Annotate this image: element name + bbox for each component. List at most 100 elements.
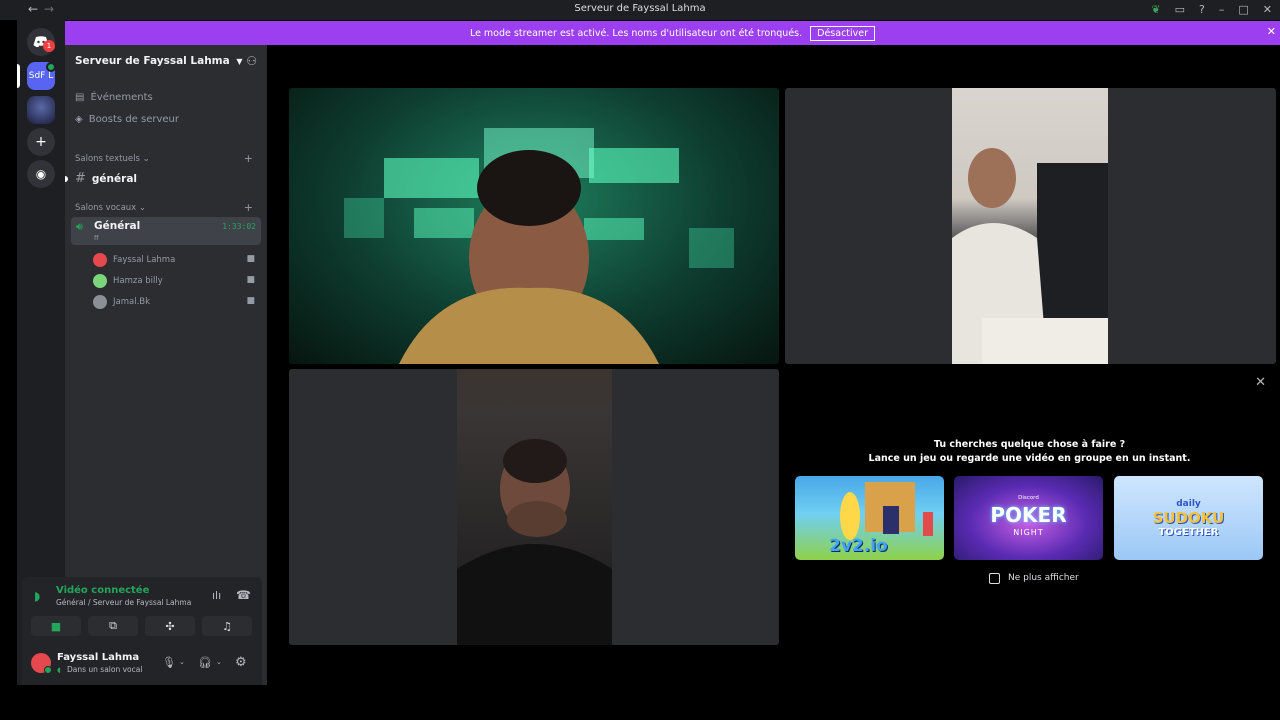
notification-badge: 1 [43, 40, 55, 52]
screen-share-button[interactable]: ⧉ [88, 616, 138, 636]
speaker-icon: 🔊︎ [76, 220, 83, 233]
banner-close-icon[interactable]: ✕ [1267, 25, 1276, 38]
member-name: Hamza billy [113, 276, 163, 286]
activities-button[interactable]: ✣ [145, 616, 195, 636]
text-channel-label: général [91, 172, 138, 185]
hashtag-icon: # [75, 171, 86, 186]
inbox-icon[interactable]: ▭ [1175, 3, 1185, 16]
game-card-sudoku[interactable]: daily SUDOKU TOGETHER [1114, 476, 1263, 560]
settings-gear-icon[interactable]: ⚙ [235, 655, 247, 670]
voice-member[interactable]: Jamal.Bk [93, 295, 150, 309]
video-feed [952, 88, 1108, 364]
game-card-poker[interactable]: Discord POKER NIGHT [954, 476, 1103, 560]
headphones-icon[interactable]: 🎧︎ [198, 656, 212, 669]
soundboard-icon: ♫ [222, 619, 232, 633]
voice-status-icon: ◖ [57, 666, 61, 674]
video-scene [344, 128, 734, 364]
dont-show-label: Ne plus afficher [1008, 573, 1079, 583]
explore-compass-icon[interactable]: ◉ [27, 160, 55, 188]
invite-people-icon[interactable]: ⚇ [246, 54, 257, 68]
member-name: Fayssal Lahma [113, 255, 176, 265]
events-label: Événements [90, 92, 153, 103]
voice-category-label: Salons vocaux [75, 203, 137, 213]
game-subtitle: NIGHT [1013, 528, 1044, 537]
minimize-icon[interactable]: – [1219, 3, 1225, 16]
camera-icon: ■ [246, 275, 255, 285]
user-panel: Fayssal Lahma ◖ Dans un salon vocal 🎙︎ ⌄… [22, 643, 262, 685]
member-name: Jamal.Bk [113, 297, 151, 307]
camera-toggle-button[interactable]: ■ [31, 616, 81, 636]
game-title: POKER [990, 503, 1067, 527]
game-subtitle: TOGETHER [1158, 527, 1219, 538]
unread-indicator [65, 176, 68, 182]
video-feed [457, 369, 612, 645]
events-item[interactable]: ▤ Événements [75, 92, 153, 103]
active-server-pill [17, 64, 20, 88]
microphone-icon[interactable]: 🎙︎ [162, 656, 176, 669]
suggestion-subheading: Lance un jeu ou regarde une vidéo en gro… [868, 453, 1191, 464]
text-category-label: Salons textuels [75, 154, 140, 164]
camera-icon: ■ [246, 254, 255, 264]
maximize-icon[interactable]: □ [1238, 3, 1248, 16]
video-tile-fayssal[interactable] [289, 88, 779, 364]
voice-timer: 1:33:02 [222, 222, 256, 231]
nitro-leaf-icon[interactable]: ❦ [1151, 3, 1160, 16]
close-window-icon[interactable]: ✕ [1263, 3, 1272, 16]
video-tile-participant-3[interactable] [289, 369, 779, 645]
server-icon-second[interactable] [27, 96, 55, 124]
chevron-down-icon[interactable]: ⌄ [179, 658, 185, 666]
banner-message: Le mode streamer est activé. Les noms d'… [469, 27, 803, 39]
streamer-mode-banner: Le mode streamer est activé. Les noms d'… [65, 21, 1280, 45]
disconnect-icon[interactable]: ☎ [236, 588, 251, 602]
avatar [93, 253, 107, 267]
voice-connection-panel: ◗ Vidéo connectée Général / Serveur de F… [22, 577, 262, 643]
game-card-2v2[interactable]: 2v2.io [795, 476, 944, 560]
window-titlebar: ← → Serveur de Fayssal Lahma ❦ ▭ ? – □ ✕ [0, 0, 1280, 20]
noise-suppression-icon[interactable]: ılı [212, 589, 221, 602]
server-name: Serveur de Fayssal Lahma [75, 55, 230, 67]
video-icon: ■ [50, 619, 62, 633]
voice-member[interactable]: Hamza billy [93, 274, 163, 288]
game-title: SUDOKU [1152, 509, 1225, 527]
add-voice-channel-icon[interactable]: + [244, 201, 253, 214]
server-activity-dot [46, 62, 56, 72]
connection-location: Général / Serveur de Fayssal Lahma [56, 598, 192, 607]
disable-streamer-button[interactable]: Désactiver [810, 25, 876, 41]
signal-icon: ◗ [34, 589, 41, 603]
text-channel-general[interactable]: # général [75, 171, 137, 186]
voice-category[interactable]: Salons vocaux ⌄ [75, 203, 146, 213]
avatar [93, 295, 107, 309]
online-status-dot [44, 666, 52, 674]
help-icon[interactable]: ? [1199, 3, 1205, 16]
voice-member[interactable]: Fayssal Lahma [93, 253, 175, 267]
avatar [93, 274, 107, 288]
chevron-down-icon[interactable]: ⌄ [216, 658, 222, 666]
server-header[interactable]: Serveur de Fayssal Lahma ▼ [75, 55, 243, 67]
suggestion-heading: Tu cherches quelque chose à faire ? [933, 439, 1126, 450]
connection-status: Vidéo connectée [56, 585, 150, 596]
game-brand: Discord [1018, 495, 1039, 501]
screen-share-icon: ⧉ [109, 619, 117, 632]
text-category[interactable]: Salons textuels ⌄ [75, 154, 150, 164]
add-server-icon[interactable]: + [27, 128, 55, 156]
boost-icon: ◈ [75, 114, 83, 125]
boosts-item[interactable]: ◈ Boosts de serveur [75, 114, 179, 125]
voice-channel-general[interactable]: 🔊︎ Général ff 1:33:02 [71, 217, 261, 245]
soundboard-button[interactable]: ♫ [202, 616, 252, 636]
dont-show-checkbox[interactable] [989, 573, 1000, 584]
voice-channel-label: Général [94, 220, 141, 232]
window-title: Serveur de Fayssal Lahma [574, 3, 706, 14]
user-status: Dans un salon vocal [67, 665, 143, 674]
voice-channel-status: ff [94, 234, 99, 242]
camera-icon: ■ [246, 296, 255, 306]
video-scene [952, 148, 1108, 364]
boosts-label: Boosts de serveur [88, 114, 179, 125]
close-suggestion-icon[interactable]: ✕ [1255, 375, 1266, 390]
chevron-down-icon: ▼ [236, 57, 243, 66]
username: Fayssal Lahma [57, 652, 140, 663]
add-text-channel-icon[interactable]: + [244, 152, 253, 165]
activities-icon: ✣ [165, 619, 175, 633]
server-abbr: SdF L [28, 71, 54, 81]
calendar-icon: ▤ [75, 92, 85, 103]
video-tile-participant-2[interactable] [785, 88, 1276, 364]
